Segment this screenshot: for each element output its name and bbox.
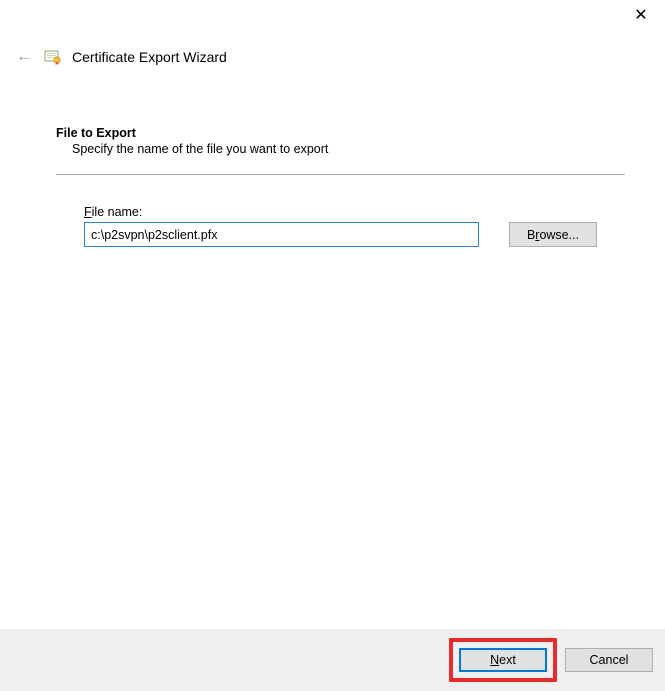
cancel-button[interactable]: Cancel bbox=[565, 648, 653, 672]
wizard-title: Certificate Export Wizard bbox=[72, 49, 227, 65]
next-button[interactable]: Next bbox=[459, 648, 547, 672]
wizard-header: ← Certificate Export Wizard bbox=[0, 30, 665, 76]
back-arrow-icon: ← bbox=[14, 48, 34, 66]
page-subheading: Specify the name of the file you want to… bbox=[56, 142, 625, 156]
file-name-label: File name: bbox=[84, 205, 625, 219]
close-icon[interactable]: ✕ bbox=[631, 5, 651, 25]
page-heading: File to Export bbox=[56, 126, 625, 140]
certificate-icon bbox=[44, 48, 62, 66]
file-name-input[interactable] bbox=[84, 222, 479, 247]
browse-button[interactable]: Browse... bbox=[509, 222, 597, 247]
footer-bar: Next Cancel bbox=[0, 629, 665, 691]
next-highlight: Next bbox=[449, 638, 557, 682]
